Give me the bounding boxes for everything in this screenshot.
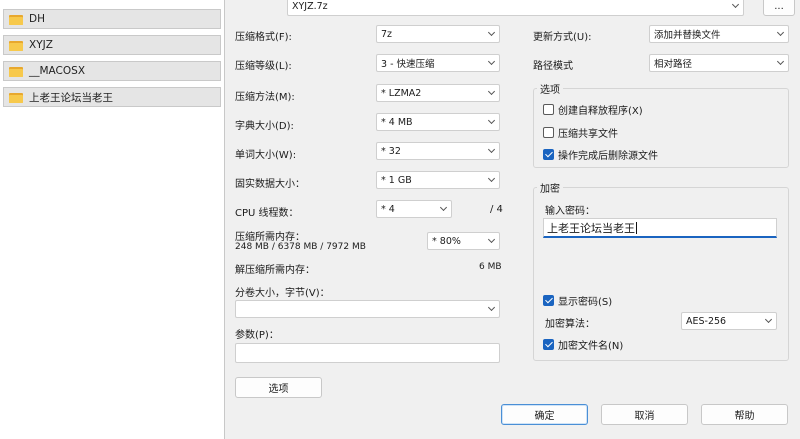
algo-label: 加密算法： xyxy=(545,319,595,330)
level-label: 压缩等级(L): xyxy=(235,61,292,72)
threads-select[interactable]: * 4 xyxy=(376,200,452,218)
params-label: 参数(P)： xyxy=(235,330,279,341)
update-value: 添加并替换文件 xyxy=(654,30,721,41)
method-label: 压缩方法(M): xyxy=(235,92,295,103)
solid-label: 固实数据大小： xyxy=(235,179,305,190)
encrypt-names-label: 加密文件名(N) xyxy=(558,341,624,352)
chevron-down-icon xyxy=(485,172,499,188)
chevron-down-icon xyxy=(729,0,743,14)
word-label: 单词大小(W): xyxy=(235,150,297,161)
folder-icon xyxy=(9,66,23,77)
encryption-group-title: 加密 xyxy=(537,180,563,195)
sfx-checkbox[interactable] xyxy=(543,104,554,115)
chevron-down-icon xyxy=(774,26,788,42)
sfx-label: 创建自释放程序(X) xyxy=(558,106,643,117)
volume-select[interactable] xyxy=(235,300,500,318)
level-value: 3 - 快速压缩 xyxy=(381,59,435,70)
solid-value: * 1 GB xyxy=(381,174,412,186)
options-button[interactable]: 选项 xyxy=(235,377,322,398)
update-label: 更新方式(U): xyxy=(533,32,592,43)
delete-label: 操作完成后删除源文件 xyxy=(558,151,658,162)
chevron-down-icon xyxy=(485,233,499,249)
chevron-down-icon xyxy=(485,26,499,42)
sfx-checkbox-row[interactable]: 创建自释放程序(X) xyxy=(543,102,643,117)
folder-icon xyxy=(9,14,23,25)
ok-button[interactable]: 确定 xyxy=(501,404,588,425)
delete-checkbox[interactable] xyxy=(543,149,554,160)
help-button[interactable]: 帮助 xyxy=(701,404,788,425)
shared-label: 压缩共享文件 xyxy=(558,129,618,140)
chevron-down-icon xyxy=(437,201,451,217)
update-select[interactable]: 添加并替换文件 xyxy=(649,25,789,43)
add-to-archive-dialog: XYJZ.7z ... 压缩格式(F): 7z 压缩等级(L): 3 - 快速压… xyxy=(224,0,800,439)
password-value: 上老王论坛当老王 xyxy=(547,221,635,235)
browse-button[interactable]: ... xyxy=(763,0,795,16)
folder-item-xyjz[interactable]: XYJZ xyxy=(3,35,221,55)
threads-total: / 4 xyxy=(490,204,503,215)
encrypt-names-row[interactable]: 加密文件名(N) xyxy=(543,337,623,352)
delete-checkbox-row[interactable]: 操作完成后删除源文件 xyxy=(543,147,658,162)
archive-name-value: XYJZ.7z xyxy=(292,0,328,12)
chevron-down-icon xyxy=(485,143,499,159)
level-select[interactable]: 3 - 快速压缩 xyxy=(376,54,500,72)
path-label: 路径模式 xyxy=(533,61,573,72)
algo-select[interactable]: AES-256 xyxy=(681,312,777,330)
show-password-label: 显示密码(S) xyxy=(558,297,613,308)
mem-comp-value: * 80% xyxy=(432,235,461,247)
dict-select[interactable]: * 4 MB xyxy=(376,113,500,131)
explorer-pane: DH XYJZ __MACOSX 上老王论坛当老王 xyxy=(0,0,224,439)
params-input[interactable] xyxy=(235,343,500,363)
text-caret xyxy=(636,221,637,234)
word-value: * 32 xyxy=(381,145,401,157)
folder-icon xyxy=(9,40,23,51)
threads-value: * 4 xyxy=(381,203,395,215)
show-password-checkbox[interactable] xyxy=(543,295,554,306)
mem-comp-select[interactable]: * 80% xyxy=(427,232,500,250)
options-group-title: 选项 xyxy=(537,81,563,96)
chevron-down-icon xyxy=(485,55,499,71)
folder-label: DH xyxy=(29,13,45,25)
format-select[interactable]: 7z xyxy=(376,25,500,43)
mem-comp-detail: 248 MB / 6378 MB / 7972 MB xyxy=(235,242,366,252)
archive-name-combo[interactable]: XYJZ.7z xyxy=(287,0,744,16)
shared-checkbox[interactable] xyxy=(543,127,554,138)
volume-label: 分卷大小，字节(V)： xyxy=(235,288,330,299)
solid-select[interactable]: * 1 GB xyxy=(376,171,500,189)
method-select[interactable]: * LZMA2 xyxy=(376,84,500,102)
folder-item-dh[interactable]: DH xyxy=(3,9,221,29)
path-value: 相对路径 xyxy=(654,59,693,70)
encrypt-names-checkbox[interactable] xyxy=(543,339,554,350)
dict-label: 字典大小(D): xyxy=(235,121,294,132)
dict-value: * 4 MB xyxy=(381,116,413,128)
chevron-down-icon xyxy=(762,313,776,329)
folder-item-macosx[interactable]: __MACOSX xyxy=(3,61,221,81)
algo-value: AES-256 xyxy=(686,315,727,327)
folder-item-laowang[interactable]: 上老王论坛当老王 xyxy=(3,87,221,107)
chevron-down-icon xyxy=(485,85,499,101)
folder-icon xyxy=(9,92,23,103)
shared-checkbox-row[interactable]: 压缩共享文件 xyxy=(543,125,618,140)
mem-comp-label: 压缩所需内存： xyxy=(235,232,305,243)
cancel-button[interactable]: 取消 xyxy=(601,404,688,425)
folder-label: 上老王论坛当老王 xyxy=(29,91,113,104)
mem-decomp-label: 解压缩所需内存： xyxy=(235,265,315,276)
path-select[interactable]: 相对路径 xyxy=(649,54,789,72)
password-input[interactable]: 上老王论坛当老王 xyxy=(543,218,777,238)
threads-label: CPU 线程数： xyxy=(235,208,299,219)
password-label: 输入密码： xyxy=(545,206,595,217)
method-value: * LZMA2 xyxy=(381,87,422,99)
chevron-down-icon xyxy=(485,301,499,317)
word-select[interactable]: * 32 xyxy=(376,142,500,160)
folder-label: XYJZ xyxy=(29,39,53,51)
format-label: 压缩格式(F): xyxy=(235,32,292,43)
chevron-down-icon xyxy=(774,55,788,71)
mem-decomp-value: 6 MB xyxy=(479,262,502,272)
format-value: 7z xyxy=(381,28,393,40)
folder-label: __MACOSX xyxy=(29,65,86,77)
chevron-down-icon xyxy=(485,114,499,130)
show-password-row[interactable]: 显示密码(S) xyxy=(543,293,612,308)
